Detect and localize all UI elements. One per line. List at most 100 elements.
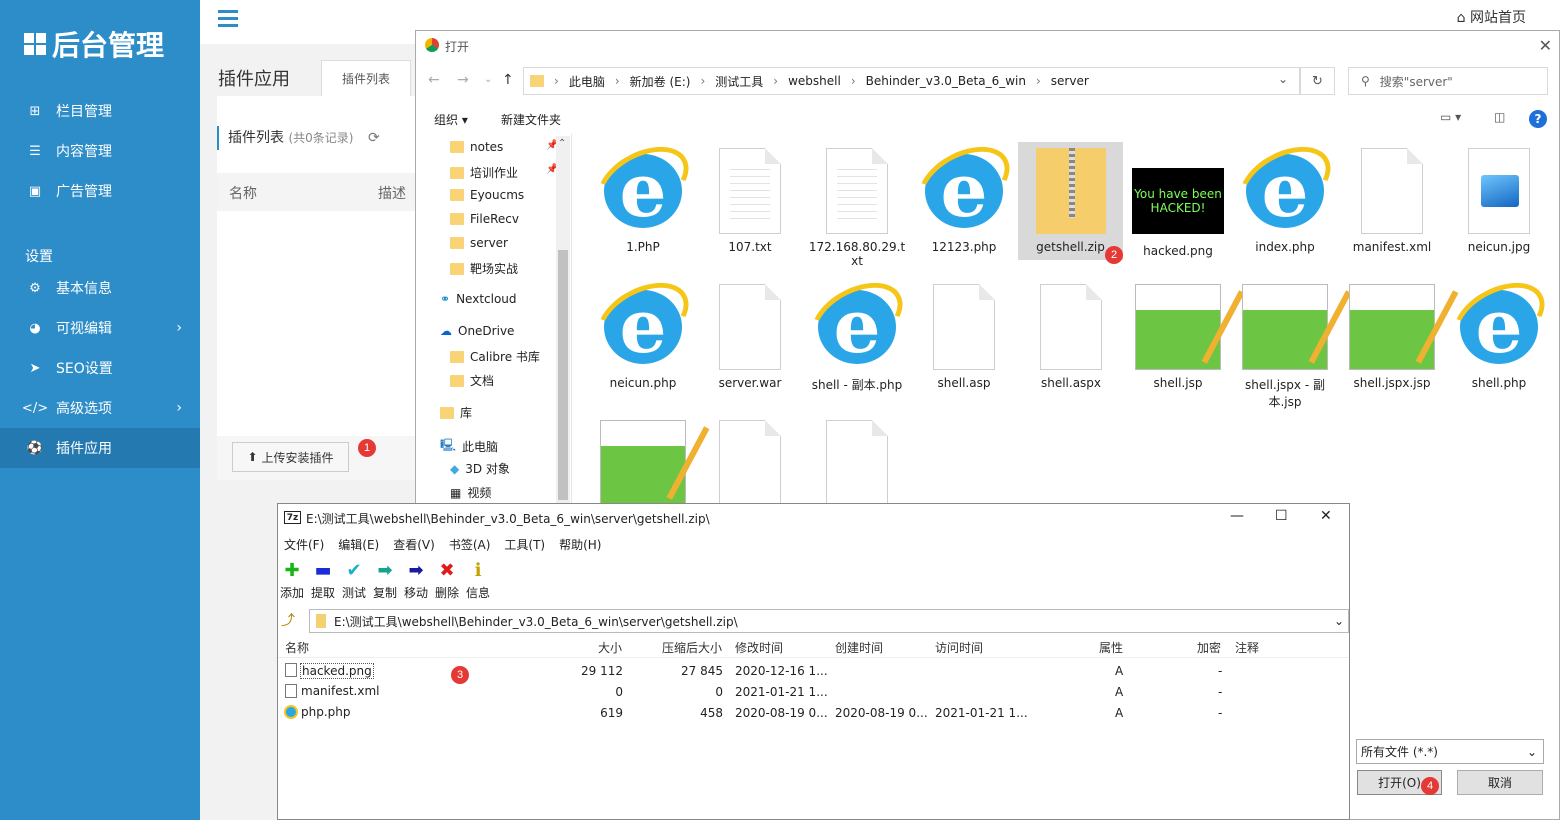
info-button[interactable]: ℹ 信息: [465, 560, 491, 601]
file-item[interactable]: e shell - 副本.php: [799, 268, 915, 393]
sidebar-item-visual-edit[interactable]: ◕ 可视编辑 ›: [0, 308, 200, 348]
refresh-icon[interactable]: ⟳: [368, 130, 380, 146]
extract-button[interactable]: ▬ 提取: [310, 560, 336, 601]
menu-bookmarks[interactable]: 书签(A): [449, 536, 491, 553]
tree-item[interactable]: 靶场实战: [450, 260, 518, 277]
copy-button[interactable]: ➡ 复制: [372, 560, 398, 601]
file-item[interactable]: neicun.jpg: [1449, 148, 1549, 254]
menu-help[interactable]: 帮助(H): [559, 536, 601, 553]
sidebar-item-advanced[interactable]: </> 高级选项 ›: [0, 388, 200, 428]
tree-item[interactable]: ▦ 视频: [450, 484, 491, 501]
move-button[interactable]: ➡ 移动: [403, 560, 429, 601]
breadcrumb-item[interactable]: 新加卷 (E:): [630, 73, 691, 90]
help-icon[interactable]: ?: [1529, 110, 1547, 128]
tree-item-library[interactable]: 库: [440, 404, 472, 421]
sidebar-item-plugins[interactable]: ⚽ 插件应用: [0, 428, 200, 468]
address-dropdown-icon[interactable]: ⌄: [1278, 72, 1288, 86]
tree-item[interactable]: 培训作业: [450, 164, 518, 181]
column-header-attributes[interactable]: 属性: [1099, 639, 1123, 656]
breadcrumb-item[interactable]: Behinder_v3.0_Beta_6_win: [866, 74, 1026, 88]
up-folder-icon[interactable]: ⤴: [281, 610, 295, 630]
file-item[interactable]: [700, 420, 800, 506]
file-item[interactable]: [807, 420, 907, 506]
file-item[interactable]: shell.jspx - 副本.jsp: [1235, 284, 1352, 410]
tree-item[interactable]: notes: [450, 140, 503, 154]
back-icon[interactable]: ←: [428, 72, 440, 88]
column-header-accessed[interactable]: 访问时间: [935, 639, 983, 656]
refresh-icon[interactable]: ↻: [1300, 67, 1335, 95]
up-icon[interactable]: ↑: [502, 72, 514, 88]
file-item-selected[interactable]: getshell.zip: [1018, 142, 1123, 260]
scroll-up-icon[interactable]: ⌃: [558, 138, 566, 149]
menu-view[interactable]: 查看(V): [393, 536, 435, 553]
file-item[interactable]: shell.jsp: [1128, 284, 1245, 390]
breadcrumb-item[interactable]: webshell: [788, 74, 841, 88]
file-item[interactable]: manifest.xml: [1342, 148, 1442, 254]
file-item[interactable]: e 12123.php: [906, 132, 1022, 254]
file-item[interactable]: shell.jspx.jsp: [1342, 284, 1459, 390]
column-header-encrypted[interactable]: 加密: [1197, 639, 1221, 656]
table-row-name[interactable]: manifest.xml: [301, 684, 380, 698]
sidebar-item-columns[interactable]: ⊞ 栏目管理: [0, 91, 200, 131]
file-type-select[interactable]: 所有文件 (*.*) ⌄: [1356, 739, 1544, 764]
tree-item-nextcloud[interactable]: ⚭ Nextcloud: [440, 292, 517, 306]
column-header-created[interactable]: 创建时间: [835, 639, 883, 656]
close-icon[interactable]: ✕: [1539, 36, 1552, 55]
recent-dropdown-icon[interactable]: ⌄: [484, 74, 492, 85]
file-item[interactable]: 107.txt: [700, 148, 800, 254]
column-header-name[interactable]: 名称: [285, 639, 309, 656]
column-header-packed[interactable]: 压缩后大小: [662, 639, 722, 656]
tree-item[interactable]: Eyoucms: [450, 188, 524, 202]
site-home-link[interactable]: ⌂ 网站首页: [1457, 7, 1526, 27]
tree-item[interactable]: Calibre 书库: [450, 348, 540, 365]
menu-tools[interactable]: 工具(T): [504, 536, 545, 553]
table-row-name[interactable]: hacked.png: [300, 663, 374, 679]
file-item[interactable]: [593, 420, 710, 506]
file-item[interactable]: e index.php: [1227, 132, 1343, 254]
sidebar-item-content[interactable]: ☰ 内容管理: [0, 131, 200, 171]
breadcrumb-item[interactable]: server: [1051, 74, 1089, 88]
file-item[interactable]: You have been HACKED! hacked.png: [1128, 158, 1228, 258]
file-item[interactable]: e neicun.php: [585, 268, 701, 390]
column-header-comment[interactable]: 注释: [1235, 639, 1259, 656]
file-item[interactable]: e 1.PhP: [585, 132, 701, 254]
forward-icon[interactable]: →: [457, 72, 469, 88]
tree-item[interactable]: 文档: [450, 372, 494, 389]
upload-plugin-button[interactable]: ⬆ 上传安装插件: [232, 442, 349, 472]
file-item[interactable]: 172.168.80.29.txt: [807, 148, 907, 268]
tree-item[interactable]: FileRecv: [450, 212, 519, 226]
sidebar-item-basic-info[interactable]: ⚙ 基本信息: [0, 268, 200, 308]
column-header-modified[interactable]: 修改时间: [735, 639, 783, 656]
file-item[interactable]: shell.asp: [914, 284, 1014, 390]
minimize-icon[interactable]: —: [1230, 508, 1244, 524]
menu-edit[interactable]: 编辑(E): [338, 536, 379, 553]
sidebar-item-ads[interactable]: ▣ 广告管理: [0, 171, 200, 211]
tree-item-this-pc[interactable]: 🖳 此电脑: [440, 436, 498, 457]
menu-file[interactable]: 文件(F): [284, 536, 324, 553]
column-header-size[interactable]: 大小: [598, 639, 622, 656]
tree-item[interactable]: ◆ 3D 对象: [450, 460, 510, 477]
preview-pane-icon[interactable]: ◫: [1494, 110, 1505, 124]
tab-plugin-list[interactable]: 插件列表: [321, 60, 411, 96]
organize-button[interactable]: 组织 ▾: [434, 111, 468, 128]
scrollbar-thumb[interactable]: [558, 250, 568, 500]
add-button[interactable]: ✚ 添加: [279, 560, 305, 601]
breadcrumb-item[interactable]: 此电脑: [569, 73, 605, 90]
sidebar-item-seo[interactable]: ➤ SEO设置: [0, 348, 200, 388]
search-input[interactable]: ⚲ 搜索"server": [1348, 67, 1548, 95]
file-item[interactable]: server.war: [700, 284, 800, 390]
tree-item[interactable]: server: [450, 236, 508, 250]
delete-button[interactable]: ✖ 删除: [434, 560, 460, 601]
file-item[interactable]: shell.aspx: [1021, 284, 1121, 390]
close-icon[interactable]: ✕: [1320, 508, 1332, 524]
tree-item-onedrive[interactable]: ☁ OneDrive: [440, 324, 514, 338]
menu-icon[interactable]: [218, 10, 238, 31]
maximize-icon[interactable]: ☐: [1275, 508, 1288, 524]
file-item[interactable]: e shell.php: [1441, 268, 1557, 390]
cancel-button[interactable]: 取消: [1457, 770, 1543, 795]
new-folder-button[interactable]: 新建文件夹: [501, 111, 561, 128]
test-button[interactable]: ✔ 测试: [341, 560, 367, 601]
address-bar[interactable]: › 此电脑 › 新加卷 (E:) › 测试工具 › webshell › Behinde…: [523, 67, 1300, 95]
breadcrumb-item[interactable]: 测试工具: [715, 73, 763, 90]
table-row-name[interactable]: php.php: [301, 705, 351, 719]
